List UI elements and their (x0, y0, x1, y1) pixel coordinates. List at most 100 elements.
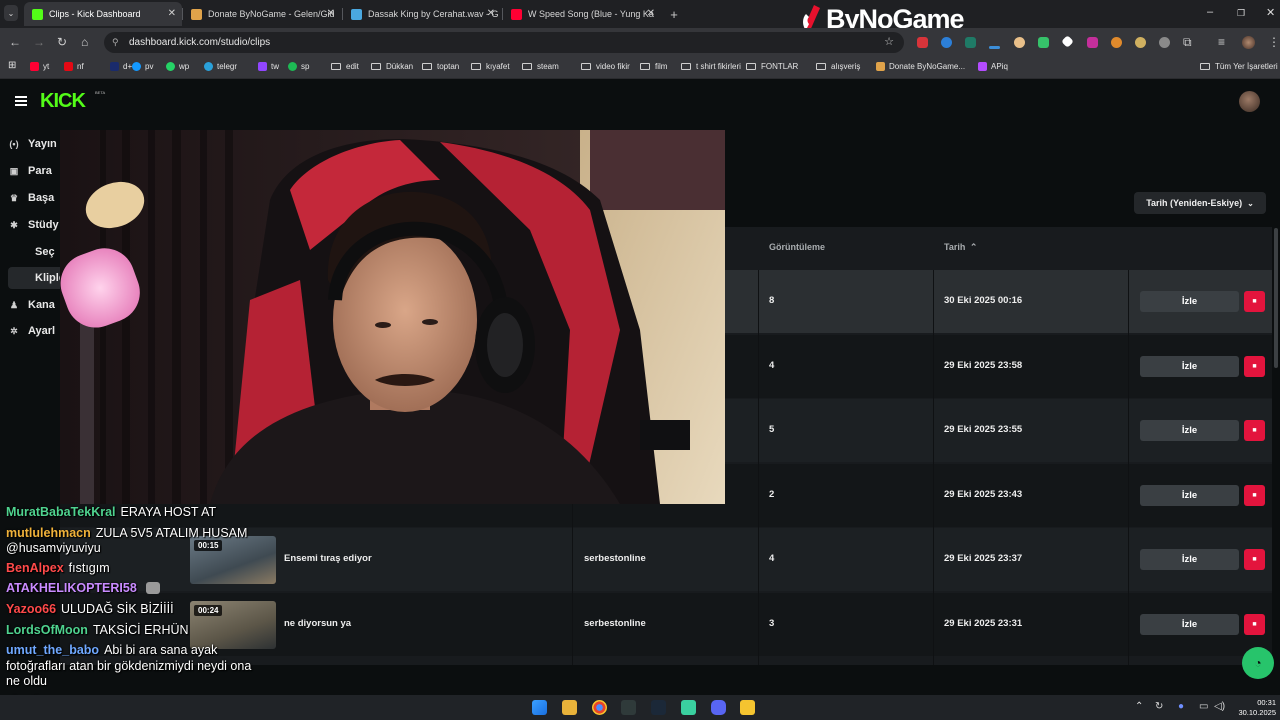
chrome-icon[interactable] (592, 700, 607, 715)
discord-icon[interactable] (711, 700, 726, 715)
delete-clip-button[interactable]: ■ (1244, 613, 1265, 635)
chrome-menu-icon[interactable]: ⋮ (1268, 35, 1280, 49)
sidebar-item[interactable]: ▣ Para (8, 160, 62, 182)
chat-username[interactable]: BenAlpex (6, 561, 64, 575)
delete-clip-button[interactable]: ■ (1244, 355, 1265, 377)
bookmark-item[interactable]: telegr (204, 62, 237, 71)
bookmark-item[interactable]: steam (522, 62, 559, 71)
delete-clip-button[interactable]: ■ (1244, 291, 1265, 312)
bookmark-star-icon[interactable]: ☆ (884, 32, 894, 53)
chat-username[interactable]: mutlulehmacn (6, 526, 91, 540)
back-icon[interactable]: ← (9, 35, 21, 49)
watch-button[interactable]: İzle (1140, 420, 1239, 441)
sync-icon[interactable]: ↻ (1155, 701, 1163, 712)
extensions-puzzle-icon[interactable]: ⧉ (1183, 35, 1192, 50)
app-icon[interactable] (740, 700, 755, 715)
chat-support-button[interactable]: ◔ (1242, 647, 1274, 679)
network-icon[interactable]: ▭ (1199, 701, 1208, 712)
watch-button[interactable]: İzle (1140, 613, 1239, 635)
tab-close-icon[interactable]: ✕ (327, 8, 335, 19)
close-window-icon[interactable]: ✕ (1266, 6, 1275, 19)
clip-creator[interactable]: serbestonline (584, 553, 646, 564)
bookmark-item[interactable]: yt (30, 62, 49, 71)
clip-creator[interactable]: serbestonline (584, 618, 646, 629)
chat-username[interactable]: umut_the_babo (6, 643, 99, 657)
sidebar-item[interactable]: (•) Yayın (8, 133, 62, 155)
bookmark-item[interactable]: Donate ByNoGame... (876, 62, 965, 71)
sidebar-item[interactable]: ♛ Başa (8, 187, 62, 209)
tab-close-icon[interactable]: ✕ (168, 8, 176, 19)
delete-clip-button[interactable]: ■ (1244, 484, 1265, 506)
extension-icon[interactable] (941, 37, 952, 48)
extension-icon[interactable] (1111, 37, 1122, 48)
bookmark-item[interactable]: toptan (422, 62, 459, 71)
tab-close-icon[interactable]: ✕ (647, 8, 655, 19)
extension-icon[interactable] (989, 46, 1000, 49)
user-avatar[interactable] (1239, 91, 1260, 112)
extension-icon[interactable] (965, 37, 976, 48)
browser-tab[interactable]: Dassak King by Cerahat.wav - G ✕ (343, 2, 501, 26)
app-icon[interactable] (681, 700, 696, 715)
sidebar-item[interactable]: Kliple (8, 267, 65, 289)
reload-icon[interactable]: ↻ (57, 35, 67, 49)
media-control-icon[interactable]: ≡ (1218, 35, 1225, 49)
profile-avatar[interactable] (1242, 36, 1255, 49)
start-icon[interactable] (532, 700, 547, 715)
tab-close-icon[interactable]: ✕ (487, 8, 495, 19)
delete-clip-button[interactable]: ■ (1244, 420, 1265, 441)
browser-tab[interactable]: Clips - Kick Dashboard ✕ (24, 2, 182, 26)
bookmark-item[interactable]: tw (258, 62, 279, 71)
sidebar-item[interactable]: ♟ Kana (8, 294, 62, 316)
maximize-icon[interactable]: ❐ (1237, 8, 1245, 19)
system-clock[interactable]: 00:31 30.10.2025 (1232, 698, 1276, 718)
bookmark-item[interactable]: sp (288, 62, 309, 71)
minimize-icon[interactable]: – (1207, 6, 1213, 18)
home-icon[interactable]: ⌂ (81, 35, 88, 49)
bookmark-item[interactable]: alışveriş (816, 62, 860, 71)
browser-tab[interactable]: W Speed Song (Blue - Yung Ka ✕ (503, 2, 661, 26)
all-bookmarks[interactable]: Tüm Yer İşaretleri (1200, 62, 1278, 71)
bookmark-item[interactable]: wp (166, 62, 189, 71)
extension-icon[interactable] (1061, 35, 1074, 48)
steam-icon[interactable] (651, 700, 666, 715)
delete-clip-button[interactable]: ■ (1244, 549, 1265, 570)
extension-icon[interactable] (1087, 37, 1098, 48)
bookmark-item[interactable]: pv (132, 62, 153, 71)
site-info-icon[interactable]: ⚲ (112, 32, 119, 53)
file-explorer-icon[interactable] (562, 700, 577, 715)
bookmark-item[interactable]: FONTLAR (746, 62, 798, 71)
sidebar-item[interactable]: ✲ Ayarl (8, 320, 62, 342)
bookmark-item[interactable]: Dükkan (371, 62, 413, 71)
bookmark-item[interactable]: t shirt fikirleri (681, 62, 741, 71)
mic-icon[interactable]: ● (1178, 701, 1184, 712)
tray-chevron-icon[interactable]: ⌃ (1135, 701, 1143, 712)
extension-icon[interactable] (1159, 37, 1170, 48)
address-bar[interactable]: ⚲ dashboard.kick.com/studio/clips ☆ (104, 32, 904, 53)
kick-logo[interactable]: KICK (40, 90, 86, 113)
watch-button[interactable]: İzle (1140, 291, 1239, 312)
terminal-icon[interactable] (621, 700, 636, 715)
extension-icon[interactable] (1014, 37, 1025, 48)
column-header-date[interactable]: Tarih ⌃ (944, 242, 977, 253)
chat-username[interactable]: MuratBabaTekKral (6, 505, 116, 519)
forward-icon[interactable]: → (33, 35, 45, 49)
chat-username[interactable]: LordsOfMoon (6, 623, 88, 637)
clip-title[interactable]: ne diyorsun ya (284, 618, 351, 629)
chat-username[interactable]: Yazoo66 (6, 602, 56, 616)
bookmark-item[interactable]: nf (64, 62, 84, 71)
extension-icon[interactable] (1135, 37, 1146, 48)
extension-icon[interactable] (1038, 37, 1049, 48)
apps-grid-icon[interactable]: ⊞ (8, 60, 16, 71)
bookmark-item[interactable]: d+ (110, 62, 132, 71)
browser-tab[interactable]: Donate ByNoGame - Gelen/Gid ✕ (183, 2, 341, 26)
tab-search-button[interactable]: ⌄ (4, 5, 18, 21)
sidebar-item[interactable]: ✱ Stüdy (8, 214, 62, 236)
bookmark-item[interactable]: video fikir (581, 62, 630, 71)
clip-title[interactable]: Ensemi tıraş ediyor (284, 553, 372, 564)
bookmark-item[interactable]: film (640, 62, 667, 71)
volume-icon[interactable]: ◁) (1214, 701, 1225, 712)
scrollbar-thumb[interactable] (1274, 228, 1278, 368)
chat-username[interactable]: ATAKHELIKOPTERI58 (6, 581, 137, 595)
bookmark-item[interactable]: edit (331, 62, 359, 71)
column-header-views[interactable]: Görüntüleme (769, 242, 825, 252)
